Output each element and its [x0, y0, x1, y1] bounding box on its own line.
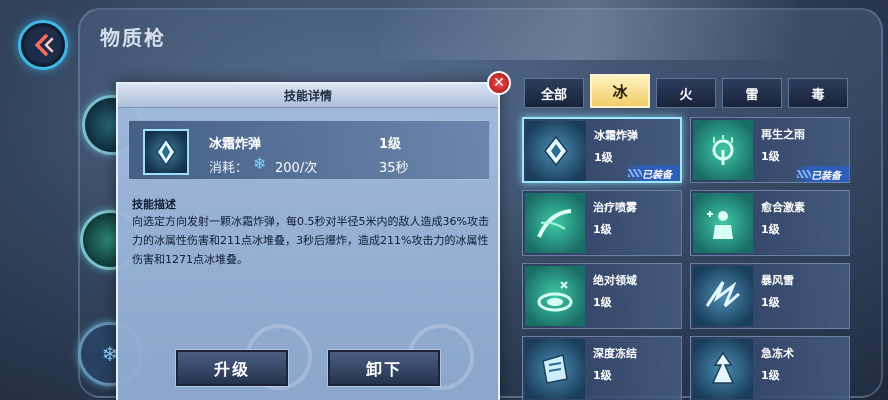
skill-level: 1级 [761, 296, 780, 309]
skill-level: 1级 [593, 223, 612, 236]
skill-name: 急冻术 [761, 347, 794, 360]
description-title: 技能描述 [132, 198, 176, 211]
tab-all[interactable]: 全部 [524, 78, 584, 108]
cost-label: 消耗： [209, 161, 249, 176]
back-button[interactable] [18, 20, 68, 70]
equipped-badge: 已装备 [624, 165, 680, 181]
upgrade-button[interactable]: 升级 [175, 349, 289, 387]
heal-spray-icon [525, 193, 585, 253]
blizzard-icon [693, 266, 753, 326]
heal-hormone-icon [693, 193, 753, 253]
equipped-badge: 已装备 [793, 166, 849, 182]
skill-level: 1级 [761, 150, 780, 163]
skill-name: 再生之雨 [761, 128, 805, 141]
skill-cell-heal-hormone[interactable]: 愈合激素 1级 [690, 190, 850, 256]
skill-detail-header: 技能详情 [118, 84, 498, 108]
skill-cell-flash-freeze[interactable]: 急冻术 1级 [690, 336, 850, 400]
skill-level: 1级 [594, 151, 613, 164]
skill-name: 深度冻结 [593, 347, 637, 360]
absolute-field-icon [525, 266, 585, 326]
tab-ice[interactable]: 冰 [590, 74, 650, 108]
cost-value: 200/次 [275, 161, 318, 176]
skill-cell-heal-spray[interactable]: 治疗喷雾 1级 [522, 190, 682, 256]
skill-name: 绝对领域 [593, 274, 637, 287]
deep-freeze-icon [525, 339, 585, 399]
skill-summary-card: 冰霜炸弹 1级 消耗： ❄ 200/次 35秒 [128, 120, 490, 180]
frost-bomb-icon [526, 121, 586, 181]
close-button[interactable]: ✕ [487, 71, 511, 95]
skill-level: 1级 [379, 137, 402, 152]
flash-freeze-icon [693, 339, 753, 399]
page-title: 物质枪 [100, 26, 166, 50]
skill-detail-panel: 技能详情 冰霜炸弹 1级 消耗： ❄ 200/次 35秒 技能描述 向选定方向发… [116, 82, 500, 400]
skill-level: 1级 [593, 296, 612, 309]
frost-bomb-icon [143, 129, 189, 175]
element-tabs: 全部 冰 火 雷 毒 [524, 74, 848, 108]
skill-name: 冰霜炸弹 [594, 129, 638, 142]
skill-cell-regen-rain[interactable]: 再生之雨 1级 已装备 [690, 117, 850, 183]
description-text: 向选定方向发射一颗冰霜炸弹，每0.5秒对半径5米内的敌人造成36%攻击力的冰属性… [132, 215, 489, 266]
skill-name: 愈合激素 [761, 201, 805, 214]
snowflake-energy-icon: ❄ [253, 154, 267, 173]
skill-name: 冰霜炸弹 [209, 137, 262, 152]
back-arrow-icon [35, 34, 54, 56]
background-light-streak [380, 0, 888, 60]
skill-cell-frost-bomb[interactable]: 冰霜炸弹 1级 已装备 [522, 117, 682, 183]
tab-fire[interactable]: 火 [656, 78, 716, 108]
tab-poison[interactable]: 毒 [788, 78, 848, 108]
unequip-button[interactable]: 卸下 [327, 349, 441, 387]
skill-level: 1级 [761, 223, 780, 236]
skill-name: 暴风雪 [761, 274, 794, 287]
skill-cell-blizzard[interactable]: 暴风雪 1级 [690, 263, 850, 329]
skill-cell-deep-freeze[interactable]: 深度冻结 1级 [522, 336, 682, 400]
tab-thunder[interactable]: 雷 [722, 78, 782, 108]
cooldown-value: 35秒 [379, 161, 409, 176]
skill-cell-absolute-field[interactable]: 绝对领域 1级 [522, 263, 682, 329]
skill-level: 1级 [761, 369, 780, 382]
regen-rain-icon [693, 120, 753, 180]
skill-name: 治疗喷雾 [593, 201, 637, 214]
skill-level: 1级 [593, 369, 612, 382]
